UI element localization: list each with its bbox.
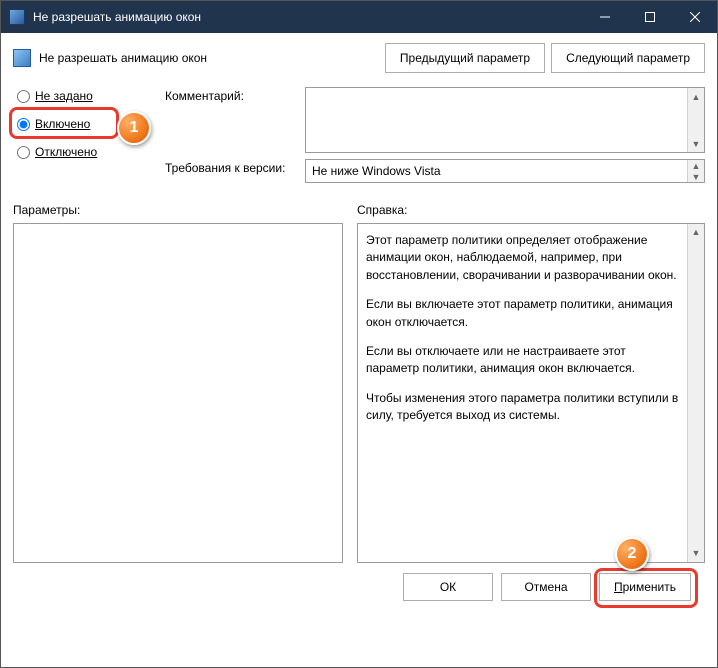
radio-disabled-label[interactable]: Отключено	[35, 145, 97, 159]
version-req-value: Не ниже Windows Vista	[312, 164, 441, 178]
window-icon	[9, 9, 25, 25]
scroll-down-icon[interactable]: ▼	[688, 135, 704, 152]
policy-title: Не разрешать анимацию окон	[39, 51, 207, 65]
scroll-up-icon[interactable]: ▲	[688, 88, 704, 105]
maximize-button[interactable]	[627, 1, 672, 33]
lower-panels: Параметры: Справка: Этот параметр полити…	[13, 203, 705, 563]
help-paragraph: Если вы отключаете или не настраиваете э…	[366, 343, 682, 378]
content-area: Не разрешать анимацию окон Предыдущий па…	[1, 33, 717, 667]
state-radio-group: Не задано Включено Отключено 1	[13, 87, 153, 183]
help-label: Справка:	[357, 203, 705, 217]
version-req-label: Требования к версии:	[165, 159, 295, 175]
annotation-badge-1: 1	[117, 111, 151, 145]
policy-editor-window: Не разрешать анимацию окон Не разрешать …	[0, 0, 718, 668]
titlebar: Не разрешать анимацию окон	[1, 1, 717, 33]
radio-not-configured[interactable]: Не задано	[13, 87, 153, 105]
radio-enabled-label[interactable]: Включено	[35, 117, 90, 131]
comment-scrollbar[interactable]: ▲ ▼	[687, 88, 704, 152]
version-scrollbar[interactable]: ▲ ▼	[687, 160, 704, 182]
annotation-badge-2: 2	[615, 537, 649, 571]
help-paragraph: Если вы включаете этот параметр политики…	[366, 296, 682, 331]
ok-button[interactable]: ОК	[403, 573, 493, 601]
parameters-box[interactable]	[13, 223, 343, 563]
details-column: Комментарий: ▲ ▼ Требования к версии: Не…	[165, 87, 705, 183]
radio-disabled[interactable]: Отключено	[13, 143, 153, 161]
radio-not-configured-label[interactable]: Не задано	[35, 89, 93, 103]
comment-label: Комментарий:	[165, 87, 295, 103]
help-scrollbar[interactable]: ▲ ▼	[687, 224, 704, 562]
scroll-up-icon[interactable]: ▲	[688, 224, 704, 241]
help-box[interactable]: Этот параметр политики определяет отобра…	[357, 223, 705, 563]
next-setting-button[interactable]: Следующий параметр	[551, 43, 705, 73]
minimize-button[interactable]	[582, 1, 627, 33]
window-title: Не разрешать анимацию окон	[33, 10, 582, 24]
radio-enabled-input[interactable]	[17, 118, 30, 131]
radio-disabled-input[interactable]	[17, 146, 30, 159]
help-column: Справка: Этот параметр политики определя…	[357, 203, 705, 563]
header-row: Не разрешать анимацию окон Предыдущий па…	[13, 43, 705, 73]
window-controls	[582, 1, 717, 33]
help-paragraph: Чтобы изменения этого параметра политики…	[366, 390, 682, 425]
policy-icon	[13, 49, 31, 67]
cancel-button[interactable]: Отмена	[501, 573, 591, 601]
version-req-field: Не ниже Windows Vista ▲ ▼	[305, 159, 705, 183]
previous-setting-button[interactable]: Предыдущий параметр	[385, 43, 545, 73]
help-paragraph: Этот параметр политики определяет отобра…	[366, 232, 682, 284]
scroll-down-icon[interactable]: ▼	[688, 171, 704, 182]
radio-not-configured-input[interactable]	[17, 90, 30, 103]
close-button[interactable]	[672, 1, 717, 33]
parameters-label: Параметры:	[13, 203, 343, 217]
main-options-row: Не задано Включено Отключено 1 Комментар…	[13, 87, 705, 183]
parameters-column: Параметры:	[13, 203, 343, 563]
scroll-down-icon[interactable]: ▼	[688, 545, 704, 562]
scroll-up-icon[interactable]: ▲	[688, 160, 704, 171]
comment-textarea[interactable]: ▲ ▼	[305, 87, 705, 153]
apply-button[interactable]: Применить	[599, 573, 691, 601]
footer-buttons: ОК Отмена Применить 2	[13, 563, 705, 615]
